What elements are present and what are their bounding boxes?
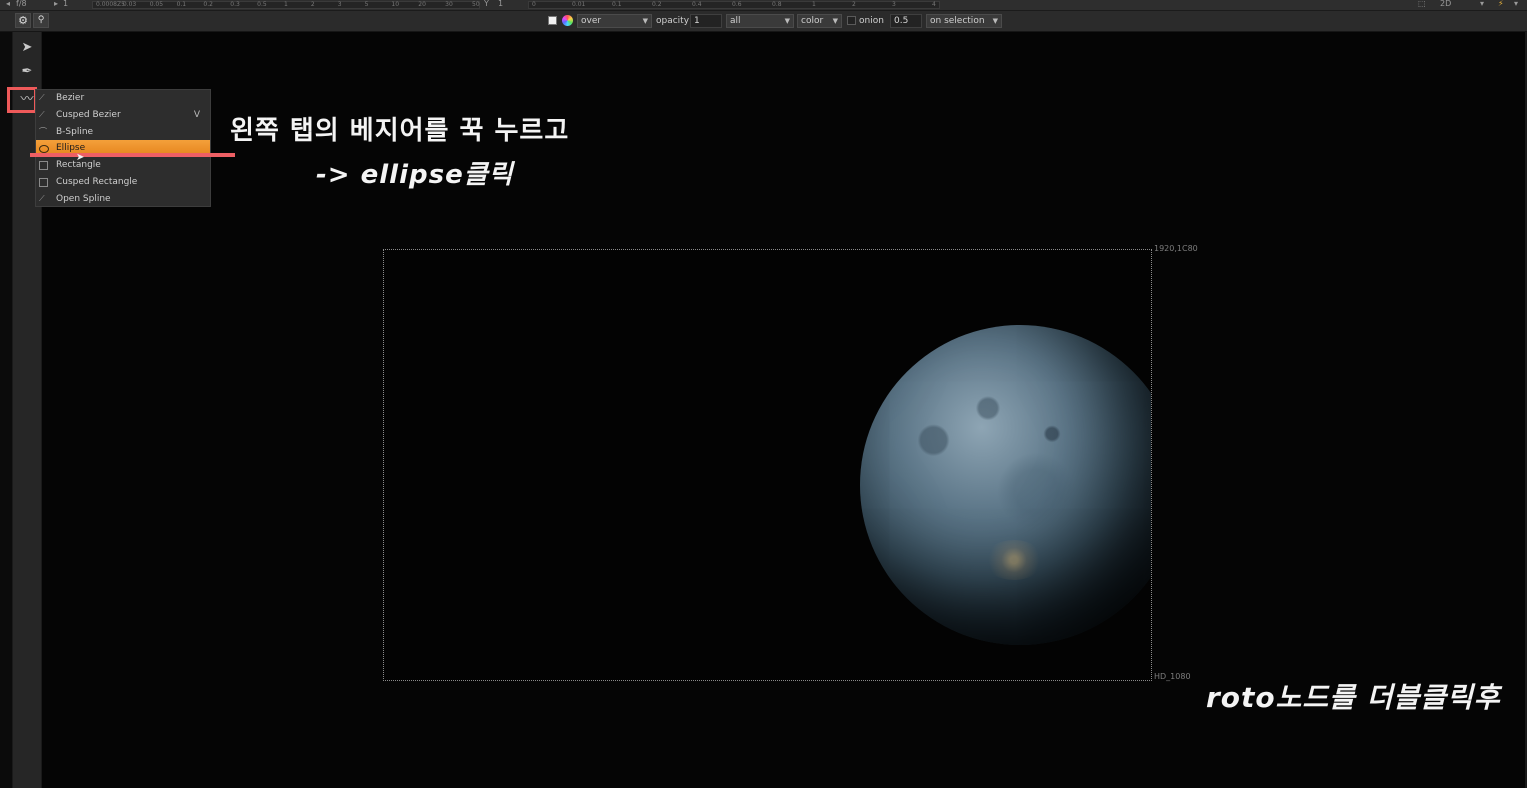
ruler-tick-label: 20 xyxy=(418,1,426,8)
gain-value[interactable]: 1 xyxy=(63,0,68,9)
menu-item-cusped-rectangle[interactable]: Cusped Rectangle xyxy=(36,174,210,190)
arrow-icon[interactable]: ➤ xyxy=(17,38,37,58)
ruler-tick-label: 0 xyxy=(532,1,536,8)
menu-item-rectangle[interactable]: Rectangle xyxy=(36,157,210,173)
ruler-tick-label: 2 xyxy=(852,1,856,8)
ruler-tick-label: 0.03 xyxy=(122,1,137,8)
dropdown-arrow-icon: ▼ xyxy=(992,17,998,25)
onion-checkbox[interactable] xyxy=(847,16,856,25)
gear-icon[interactable]: ⚙ xyxy=(15,13,31,28)
cusped-bezier-icon: ⟋ xyxy=(39,110,45,119)
viewer-frame[interactable] xyxy=(383,249,1152,681)
gain-gamma-ruler: ◂ f/8 ▸ 1 0.0008Z5 0.03 0.05 0.1 0.2 0.3 0.5 1 2… xyxy=(0,0,1527,11)
open-spline-icon: ⟋ xyxy=(39,194,45,203)
b-spline-icon: ⌒ xyxy=(39,127,47,136)
menu-item-label: Cusped Rectangle xyxy=(56,177,138,187)
ruler-tick-label: 0.2 xyxy=(203,1,213,8)
menu-item-label: Cusped Bezier xyxy=(56,110,121,120)
menu-item-shortcut: V xyxy=(193,110,200,120)
blend-mode-value: over xyxy=(581,16,602,26)
bezier-icon: ⟋ xyxy=(39,93,45,102)
color-wheel-icon[interactable] xyxy=(562,15,573,26)
planet-lights xyxy=(984,540,1044,580)
frame-size-label: 1920,1C80 xyxy=(1154,244,1198,253)
pen-plus-icon[interactable]: ✒ xyxy=(17,62,37,82)
frame-stop-icon[interactable]: ◂ xyxy=(6,0,10,9)
gain-play-icon[interactable]: ▸ xyxy=(54,0,58,9)
annotation-underline xyxy=(30,153,235,157)
blend-mode-dropdown[interactable]: over ▼ xyxy=(577,14,652,28)
view-mode-arrow-icon[interactable]: ▾ xyxy=(1480,0,1484,9)
ruler-tick-label: 1 xyxy=(812,1,816,8)
ruler-tick-label: 0.6 xyxy=(732,1,742,8)
ruler-tick-label: 4 xyxy=(932,1,936,8)
ruler-tick-label: 5 xyxy=(364,1,369,8)
gamma-value[interactable]: 1 xyxy=(498,0,503,9)
ruler-tick-label: 0.05 xyxy=(149,1,164,8)
menu-item-bezier[interactable]: ⟋ Bezier xyxy=(36,90,210,106)
lightning-icon[interactable]: ⚡ xyxy=(1498,0,1504,9)
ruler-tick-label: 30 xyxy=(445,1,453,8)
rectangle-icon xyxy=(39,161,48,170)
annotation-instruction-3: roto노드를 더블클릭후 xyxy=(1206,681,1501,714)
opacity-field[interactable]: 1 xyxy=(690,14,722,28)
dropdown-arrow-icon: ▼ xyxy=(642,17,648,25)
menu-item-open-spline[interactable]: ⟋ Open Spline xyxy=(36,191,210,207)
channels-value: all xyxy=(730,16,741,26)
ruler-tick-label: 0.0008Z5 xyxy=(96,1,125,8)
display-mode-dropdown[interactable]: on selection ▼ xyxy=(926,14,1002,28)
cusped-rectangle-icon xyxy=(39,178,48,187)
menu-item-label: Bezier xyxy=(56,93,85,103)
ruler-tick-label: 0.1 xyxy=(612,1,622,8)
menu-item-label: Open Spline xyxy=(56,194,111,204)
ruler-tick-label: 0.3 xyxy=(230,1,240,8)
ruler-tick-label: 0.2 xyxy=(652,1,662,8)
left-edge xyxy=(0,32,12,788)
ruler-tick-label: 3 xyxy=(892,1,896,8)
frame-format-label: HD_1080 xyxy=(1154,672,1191,681)
ellipse-icon xyxy=(39,145,49,153)
color-mode-value: color xyxy=(801,16,824,26)
ruler-tick-label: 0.5 xyxy=(257,1,267,8)
gamma-label: Y xyxy=(484,0,489,8)
ruler-tick-label: 0.8 xyxy=(772,1,782,8)
shape-tool-menu: ⟋ Bezier ⟋ Cusped Bezier V ⌒ B-Spline El… xyxy=(35,89,211,207)
menu-item-cusped-bezier[interactable]: ⟋ Cusped Bezier V xyxy=(36,107,210,123)
annotation-instruction-2: -> ellipse클릭 xyxy=(316,160,514,190)
view-mode-dropdown[interactable]: 2D xyxy=(1440,0,1451,9)
ruler-tick-label: 10 xyxy=(391,1,400,8)
viewer-toolbar: ⚙ ⚲ over ▼ opacity 1 all ▼ color ▼ onion… xyxy=(0,11,1527,32)
planet-image xyxy=(860,325,1151,645)
mouse-cursor-icon: ➤ xyxy=(76,152,85,163)
frame-stop-label: f/8 xyxy=(16,0,27,8)
onion-label: onion xyxy=(859,16,884,26)
link-icon[interactable]: ⚲ xyxy=(33,13,49,28)
view-mode-icon[interactable]: ⬚ xyxy=(1418,0,1426,9)
tool-highlight-box xyxy=(7,87,37,113)
dropdown-arrow-icon: ▼ xyxy=(784,17,790,25)
ruler-tick-label: 0.4 xyxy=(692,1,702,8)
ruler-tick-label: 2 xyxy=(310,1,315,8)
menu-item-b-spline[interactable]: ⌒ B-Spline xyxy=(36,124,210,140)
annotation-instruction-1: 왼쪽 탭의 베지어를 꾹 누르고 xyxy=(230,116,570,146)
color-mode-dropdown[interactable]: color ▼ xyxy=(797,14,842,28)
ruler-tick-label: 0.01 xyxy=(572,1,586,8)
opacity-label: opacity xyxy=(656,16,690,26)
ruler-tick-label: 0.1 xyxy=(176,1,187,8)
ruler-tick-label: 50 xyxy=(472,1,480,8)
channels-dropdown[interactable]: all ▼ xyxy=(726,14,794,28)
dropdown-arrow-icon: ▼ xyxy=(832,17,838,25)
shape-fill-checkbox[interactable] xyxy=(548,16,557,25)
display-mode-value: on selection xyxy=(930,16,985,26)
onion-field[interactable]: 0.5 xyxy=(890,14,922,28)
dropdown-arrow-icon[interactable]: ▾ xyxy=(1514,0,1518,9)
menu-item-label: B-Spline xyxy=(56,127,94,137)
ruler-tick-label: 1 xyxy=(284,1,288,8)
ruler-tick-label: 3 xyxy=(337,1,342,8)
